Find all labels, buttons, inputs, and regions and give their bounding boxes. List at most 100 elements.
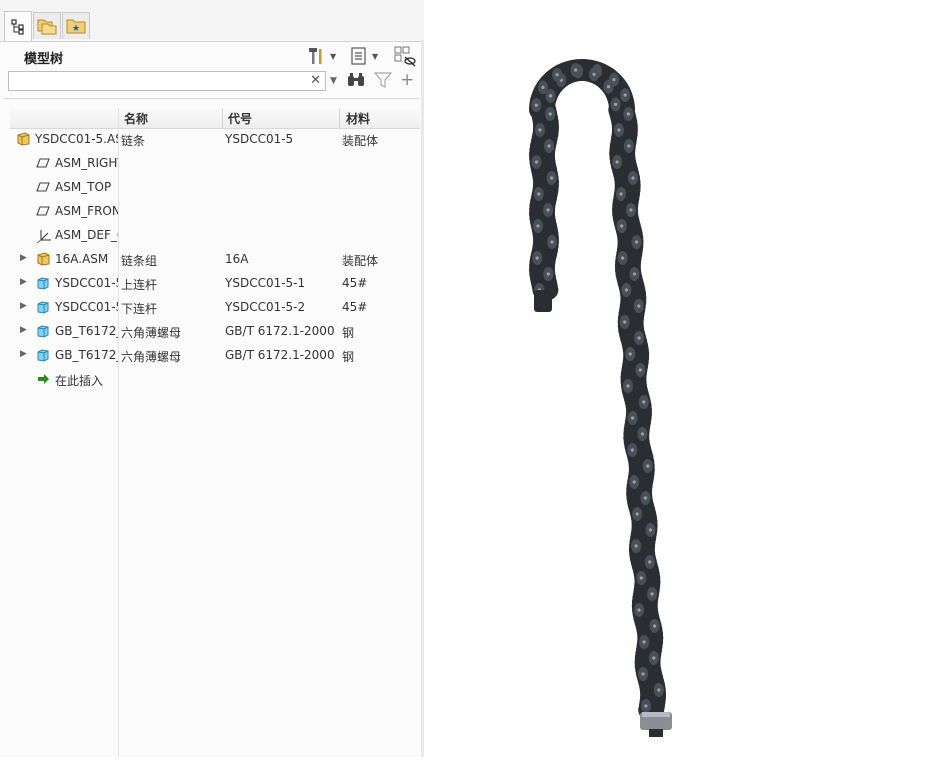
- tree-row[interactable]: ASM_TOP: [10, 176, 420, 200]
- tree-row[interactable]: ▶ YSDCC01-5-1.PRT上连杆 YSDCC01-5-1 45#: [10, 272, 420, 296]
- tree-row[interactable]: 在此插入: [10, 368, 420, 392]
- chain-pin: [626, 384, 630, 388]
- chain-pin: [612, 78, 616, 82]
- tree-item-name: 下连杆: [121, 302, 158, 316]
- chain-pin: [644, 704, 648, 708]
- chain-pin: [639, 576, 643, 580]
- model-tree-header: 模型树 ▼ ▼: [0, 42, 421, 70]
- chain-pin: [626, 112, 630, 116]
- chain-pin: [550, 240, 554, 244]
- tree-item-material: 钢: [342, 350, 355, 364]
- chain-end-rod: [534, 290, 552, 312]
- tree-item-name: 链条: [121, 134, 146, 148]
- chain-pin: [635, 512, 639, 516]
- tree-row[interactable]: ▶ YSDCC01-5-2.PRT下连杆 YSDCC01-5-2 45#: [10, 296, 420, 320]
- tab-model-tree[interactable]: [4, 11, 32, 41]
- tree-item-model-name: ASM_DEF_CSYS: [55, 228, 118, 242]
- chain-pin: [623, 93, 627, 97]
- column-header-code[interactable]: 代号: [228, 110, 252, 127]
- tree-row[interactable]: ▶ 16A.ASM 链条组 16A 装配体: [10, 248, 420, 272]
- chain-pin: [619, 192, 623, 196]
- chain-pin: [632, 480, 636, 484]
- chain-pin: [643, 496, 648, 500]
- chain-pin: [648, 560, 652, 564]
- chain-pin: [549, 94, 553, 98]
- tree-search-input[interactable]: ✕: [8, 71, 326, 91]
- chain-pin: [546, 208, 550, 212]
- chain-pin: [620, 224, 624, 228]
- settings-tools-icon: [309, 48, 322, 64]
- settings-dropdown-button[interactable]: ▼: [306, 45, 336, 67]
- chain-pin: [538, 128, 542, 132]
- tree-item-model-name: GB_T6172_2.PRT: [55, 348, 118, 362]
- clear-search-icon[interactable]: ✕: [310, 73, 321, 88]
- rod-tip: [649, 729, 663, 737]
- chevron-down-icon: ▼: [330, 51, 337, 61]
- chain-model-3d[interactable]: [424, 0, 938, 757]
- tree-row[interactable]: ▶ GB_T6172_1.PRT六角薄螺母 GB/T 6172.1-2000 钢: [10, 320, 420, 344]
- chain-pin: [638, 368, 642, 372]
- chain-pin: [614, 102, 618, 106]
- tree-item-model-name: ASM_RIGHT: [55, 156, 118, 170]
- tree-row[interactable]: YSDCC01-5.ASM链条 YSDCC01-5 装配体: [10, 128, 420, 152]
- expand-arrow-icon[interactable]: ▶: [20, 277, 27, 287]
- tree-filter-display-button[interactable]: [394, 45, 416, 67]
- tree-item-material: 钢: [342, 326, 355, 340]
- search-options-chevron-icon[interactable]: ▼: [330, 76, 337, 86]
- expand-arrow-icon[interactable]: ▶: [20, 349, 27, 359]
- tree-row[interactable]: ASM_FRONT: [10, 200, 420, 224]
- chain-pin: [652, 656, 656, 660]
- panel-tab-strip: [0, 0, 424, 42]
- chain-pin: [615, 160, 619, 164]
- graphics-viewport[interactable]: [424, 0, 938, 757]
- chain-pin: [548, 112, 552, 116]
- chain-pin: [634, 544, 638, 548]
- column-header-material[interactable]: 材料: [346, 110, 370, 127]
- chain-pin: [641, 672, 645, 676]
- part-icon: [36, 324, 50, 338]
- tree-row[interactable]: ASM_RIGHT: [10, 152, 420, 176]
- filter-icon[interactable]: [373, 72, 393, 92]
- tree-item-model-name: GB_T6172_1.PRT: [55, 324, 118, 338]
- show-dropdown-button[interactable]: ▼: [350, 45, 378, 67]
- column-header-row: 名称 代号 材料: [10, 108, 420, 129]
- expand-arrow-icon[interactable]: ▶: [20, 325, 27, 335]
- find-binoculars-icon[interactable]: [347, 72, 365, 92]
- tab-folder-browser[interactable]: [33, 12, 61, 39]
- tree-item-code: GB/T 6172.1-2000: [225, 348, 335, 362]
- part-icon: [36, 348, 50, 362]
- header-divider: [4, 98, 419, 99]
- chain-pin: [637, 608, 641, 612]
- chain-pin: [536, 224, 540, 228]
- chain-pin: [537, 192, 541, 196]
- tab-favorites[interactable]: [62, 12, 90, 39]
- tree-item-code: YSDCC01-5: [225, 132, 294, 146]
- chain-pin: [657, 688, 661, 692]
- tree-item-model-name: 16A.ASM: [55, 252, 109, 266]
- datum-plane-icon: [36, 180, 50, 194]
- tree-row[interactable]: ▶ GB_T6172_2.PRT六角薄螺母 GB/T 6172.1-2000 钢: [10, 344, 420, 368]
- expand-arrow-icon[interactable]: ▶: [20, 301, 27, 311]
- tree-filter-display-icon: [394, 46, 416, 67]
- chain-pin: [653, 624, 657, 628]
- part-icon: [36, 276, 50, 290]
- chain-pin: [648, 528, 652, 532]
- expand-arrow-icon[interactable]: ▶: [20, 253, 27, 263]
- assembly-icon: [16, 132, 30, 146]
- tree-item-code: GB/T 6172.1-2000: [225, 324, 335, 338]
- part-icon: [36, 300, 50, 314]
- tree-row[interactable]: ASM_DEF_CSYS: [10, 224, 420, 248]
- chain-pin: [631, 176, 635, 180]
- chain-pin: [617, 128, 621, 132]
- column-header-name[interactable]: 名称: [124, 110, 148, 127]
- chain-pin: [637, 336, 641, 340]
- chain-pin: [646, 464, 650, 468]
- tree-item-model-name: 在此插入: [55, 374, 104, 388]
- add-column-icon[interactable]: +: [400, 70, 414, 90]
- chain-pin: [629, 208, 633, 212]
- tree-item-code: 16A: [225, 252, 249, 266]
- datum-plane-icon: [36, 204, 50, 218]
- folder-browser-icon: [37, 19, 57, 35]
- chain-pin: [534, 103, 538, 107]
- chain-pin: [642, 640, 646, 644]
